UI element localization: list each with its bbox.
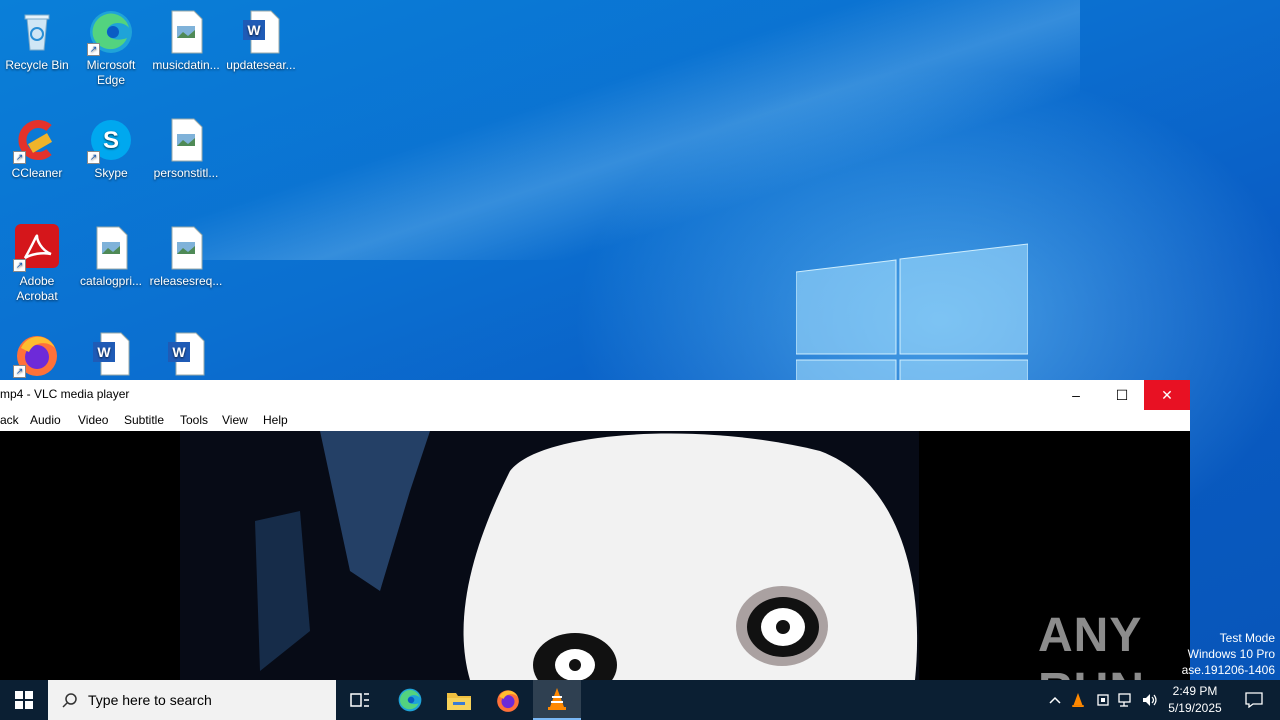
svg-text:W: W	[172, 344, 186, 360]
image-file-icon	[87, 224, 135, 272]
desktop-icon-updatesear[interactable]: W updatesear...	[224, 8, 298, 73]
word-doc-icon: W	[162, 330, 210, 378]
video-frame[interactable]	[180, 431, 919, 680]
taskbar-search-box[interactable]: Type here to search	[48, 680, 336, 720]
skype-icon: S ↗	[87, 116, 135, 164]
menu-subtitle[interactable]: Subtitle	[124, 413, 164, 427]
desktop-icon-word-doc-1[interactable]: W	[74, 330, 148, 380]
svg-text:W: W	[247, 22, 261, 38]
start-button[interactable]	[0, 680, 48, 720]
menu-playback[interactable]: ack	[0, 413, 19, 427]
tray-device[interactable]	[1093, 680, 1113, 720]
desktop: Recycle Bin ↗ Microsoft Edge musicdatin.…	[0, 0, 1280, 720]
vlc-icon	[548, 688, 566, 710]
svg-text:S: S	[103, 127, 119, 154]
acrobat-icon: ↗	[13, 224, 61, 272]
test-mode-label: Test Mode	[1219, 631, 1275, 645]
word-doc-icon: W	[87, 330, 135, 378]
icon-label: Microsoft Edge	[86, 58, 136, 87]
chevron-up-icon	[1049, 696, 1061, 704]
firefox-icon	[497, 690, 519, 712]
menu-audio[interactable]: Audio	[30, 413, 61, 427]
light-beam	[180, 0, 1080, 260]
windows-logo-wallpaper	[796, 243, 1028, 392]
tray-network[interactable]	[1116, 680, 1136, 720]
icon-label: Adobe Acrobat	[16, 274, 58, 303]
taskbar-clock[interactable]: 2:49 PM 5/19/2025	[1160, 683, 1230, 717]
vlc-icon	[1072, 693, 1084, 707]
edge-icon	[398, 688, 422, 712]
search-icon	[62, 693, 77, 708]
shortcut-arrow-icon: ↗	[13, 259, 26, 272]
minimize-button[interactable]: –	[1053, 380, 1099, 410]
desktop-icon-firefox[interactable]: ↗	[0, 330, 74, 380]
os-edition-label: Windows 10 Pro	[1187, 647, 1275, 661]
desktop-icon-releasesreq[interactable]: releasesreq...	[149, 224, 223, 289]
build-label: ase.191206-1406	[1181, 663, 1275, 677]
icon-label: musicdatin...	[152, 58, 220, 72]
windows-start-icon	[15, 691, 33, 709]
taskbar-vlc[interactable]	[533, 680, 581, 720]
image-file-icon	[162, 224, 210, 272]
icon-label: updatesear...	[226, 58, 296, 72]
vlc-window[interactable]: mp4 - VLC media player – ☐ ✕ ack Audio V…	[0, 380, 1190, 680]
video-image	[180, 431, 919, 680]
icon-label: personstitl...	[153, 166, 219, 180]
desktop-icon-word-doc-2[interactable]: W	[149, 330, 223, 380]
icon-label: releasesreq...	[149, 274, 223, 288]
icon-label: Skype	[94, 166, 128, 180]
desktop-icon-recycle-bin[interactable]: Recycle Bin	[0, 8, 74, 73]
clock-date: 5/19/2025	[1168, 701, 1222, 715]
file-explorer-icon	[447, 693, 471, 710]
shortcut-arrow-icon: ↗	[13, 151, 26, 164]
image-file-icon	[162, 116, 210, 164]
speaker-icon	[1143, 694, 1157, 706]
maximize-button[interactable]: ☐	[1099, 380, 1145, 410]
action-center-button[interactable]	[1234, 680, 1274, 720]
task-view-button[interactable]	[336, 680, 384, 720]
shortcut-arrow-icon: ↗	[13, 365, 26, 378]
desktop-icon-acrobat[interactable]: ↗ Adobe Acrobat	[0, 224, 74, 304]
desktop-icon-ccleaner[interactable]: ↗ CCleaner	[0, 116, 74, 181]
desktop-icon-musicdatin[interactable]: musicdatin...	[149, 8, 223, 73]
image-file-icon	[162, 8, 210, 56]
notification-icon	[1245, 692, 1263, 708]
taskbar-firefox[interactable]	[484, 680, 532, 720]
tray-volume[interactable]	[1140, 680, 1160, 720]
desktop-icon-personstitl[interactable]: personstitl...	[149, 116, 223, 181]
edge-icon: ↗	[87, 8, 135, 56]
desktop-icon-edge[interactable]: ↗ Microsoft Edge	[74, 8, 148, 88]
word-doc-icon: W	[237, 8, 285, 56]
recycle-bin-icon	[13, 8, 61, 56]
shortcut-arrow-icon: ↗	[87, 151, 100, 164]
search-placeholder: Type here to search	[88, 692, 212, 708]
menu-view[interactable]: View	[222, 413, 248, 427]
window-title: mp4 - VLC media player	[0, 387, 130, 401]
taskbar-edge[interactable]	[386, 680, 434, 720]
menu-help[interactable]: Help	[263, 413, 288, 427]
taskbar: Type here to search 2:49 PM 5/19/2025	[0, 680, 1280, 720]
tray-vlc[interactable]	[1068, 680, 1088, 720]
svg-text:W: W	[97, 344, 111, 360]
show-hidden-icons-button[interactable]	[1046, 680, 1064, 720]
shortcut-arrow-icon: ↗	[87, 43, 100, 56]
clock-time: 2:49 PM	[1172, 684, 1218, 698]
ccleaner-icon: ↗	[13, 116, 61, 164]
network-icon	[1118, 693, 1131, 707]
icon-label: CCleaner	[11, 166, 63, 180]
firefox-icon: ↗	[13, 330, 61, 378]
taskbar-file-explorer[interactable]	[435, 680, 483, 720]
device-icon	[1097, 694, 1109, 706]
icon-label: catalogpri...	[79, 274, 143, 288]
desktop-icon-catalogpri[interactable]: catalogpri...	[74, 224, 148, 289]
menu-video[interactable]: Video	[78, 413, 108, 427]
icon-label: Recycle Bin	[5, 58, 69, 72]
vlc-menu-bar: ack Audio Video Subtitle Tools View Help	[0, 410, 1190, 431]
vlc-title-bar[interactable]: mp4 - VLC media player – ☐ ✕	[0, 380, 1190, 410]
test-mode-notice: Test Mode Windows 10 Pro ase.191206-1406	[1182, 630, 1275, 678]
desktop-icon-skype[interactable]: S ↗ Skype	[74, 116, 148, 181]
close-button[interactable]: ✕	[1144, 380, 1190, 410]
menu-tools[interactable]: Tools	[180, 413, 208, 427]
task-view-icon	[350, 693, 369, 707]
